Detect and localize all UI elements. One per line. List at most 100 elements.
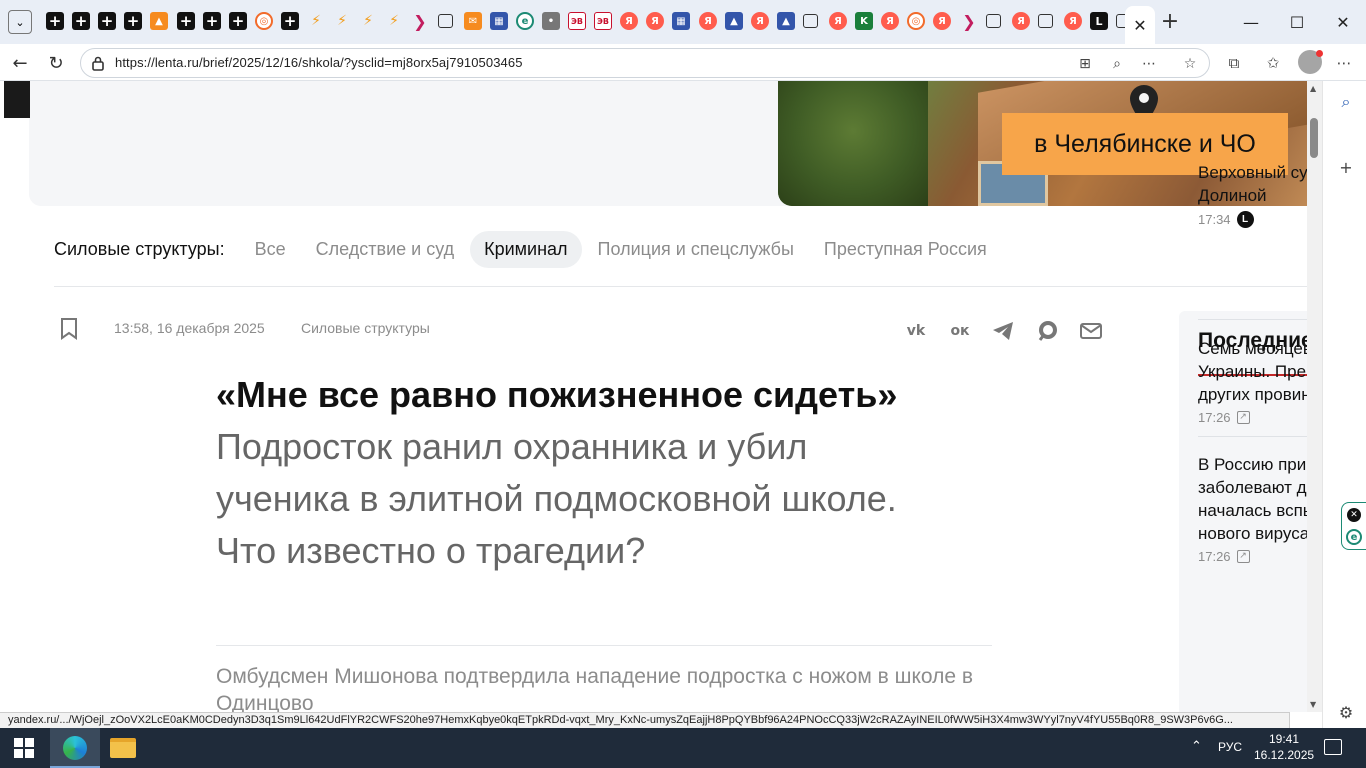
page-scrollbar[interactable] — [1307, 81, 1322, 712]
tab-news-icon[interactable]: ▦ — [672, 12, 690, 30]
search-icon[interactable]: ⌕ — [1335, 91, 1357, 113]
tab-ya-icon[interactable]: Я — [1012, 12, 1030, 30]
scroll-thumb[interactable] — [1310, 118, 1318, 158]
tab-chevron-icon[interactable]: ❯ — [960, 12, 978, 31]
news-title-line: Семь месяцев — [1198, 339, 1312, 358]
tab-mail-icon[interactable]: ✉ — [464, 12, 482, 30]
news-title-line: нового вируса — [1198, 524, 1310, 543]
tab-l-icon[interactable]: L — [1090, 12, 1108, 30]
tab-ring-icon[interactable]: ◎ — [255, 12, 273, 30]
news-item[interactable]: Верховный суд Долиной 17:34 L — [1198, 161, 1319, 228]
tab-ev-icon[interactable]: ЭВ — [568, 12, 586, 30]
address-bar: ← ↻ https://lenta.ru/brief/2025/12/16/sh… — [0, 44, 1366, 81]
tab-plus-icon[interactable]: + — [72, 12, 90, 30]
tab-bolt-icon[interactable]: ⚡ — [359, 12, 377, 30]
e-icon[interactable]: e — [1346, 529, 1362, 545]
tab-box-icon[interactable] — [986, 14, 1001, 28]
news-item[interactable]: В Россию при заболевают д началась вспы нов… — [1198, 453, 1319, 564]
tab-ya-icon[interactable]: Я — [699, 12, 717, 30]
scroll-down-icon[interactable]: ▼ — [1310, 700, 1316, 709]
close-window-icon[interactable]: ✕ — [1328, 8, 1358, 36]
extensions-icon[interactable]: ⧉ — [1222, 51, 1246, 75]
tab-plus-icon[interactable]: + — [203, 12, 221, 30]
add-icon[interactable]: + — [1335, 156, 1357, 178]
tab-bolt-icon[interactable]: ⚡ — [333, 12, 351, 30]
rubric-tab[interactable]: Все — [241, 231, 300, 268]
rubric-tab[interactable]: Криминал — [470, 230, 582, 268]
minimize-icon[interactable]: — — [1236, 8, 1266, 36]
file-explorer-icon[interactable] — [110, 738, 136, 758]
tab-plus-icon[interactable]: + — [229, 12, 247, 30]
new-tab-icon[interactable]: + — [1158, 10, 1182, 34]
news-item[interactable]: Семь месяцев Украины. Пре других провин 17:… — [1198, 337, 1319, 425]
tab-ya-icon[interactable]: Я — [933, 12, 951, 30]
tab-ya-icon[interactable]: Я — [646, 12, 664, 30]
edge-taskbar-button[interactable] — [50, 728, 100, 768]
notification-center-icon[interactable] — [1324, 739, 1342, 755]
settings-more-icon[interactable]: ⋯ — [1332, 51, 1356, 75]
tab-bolt-icon[interactable]: ⚡ — [307, 12, 325, 30]
close-icon[interactable]: ✕ — [1347, 508, 1361, 522]
article-rubric-link[interactable]: Силовые структуры — [301, 320, 430, 336]
tray-date: 16.12.2025 — [1254, 748, 1315, 762]
bookmark-icon[interactable] — [60, 318, 78, 340]
telegram-share-icon[interactable] — [991, 319, 1015, 343]
latest-news-sidebar: Последние новости Верховный судДолиной17… — [1179, 163, 1322, 712]
tray-chevron-up-icon[interactable]: ⌃ — [1191, 739, 1202, 754]
tab-box-icon[interactable] — [803, 14, 818, 28]
tab-ya-icon[interactable]: Я — [620, 12, 638, 30]
gear-icon[interactable]: ⚙ — [1335, 701, 1357, 723]
tab-plus-icon[interactable]: + — [177, 12, 195, 30]
tab-ya-icon[interactable]: Я — [829, 12, 847, 30]
active-tab-close-icon[interactable]: ✕ — [1125, 6, 1155, 44]
tab-bolt-icon[interactable]: ⚡ — [385, 12, 403, 30]
tab-ring-icon[interactable]: ◎ — [907, 12, 925, 30]
mail-share-icon[interactable] — [1079, 319, 1103, 343]
tab-person-icon[interactable]: • — [542, 12, 560, 30]
scroll-up-icon[interactable]: ▲ — [1310, 84, 1316, 93]
rubric-nav: Силовые структуры: Все Следствие и суд Кри… — [54, 229, 1003, 269]
tab-plus-icon[interactable]: + — [124, 12, 142, 30]
rubric-tab[interactable]: Следствие и суд — [302, 231, 468, 268]
maximize-icon[interactable]: ☐ — [1282, 8, 1312, 36]
news-separator — [1198, 436, 1319, 437]
back-icon[interactable]: ← — [6, 49, 34, 77]
tab-ya-icon[interactable]: Я — [881, 12, 899, 30]
tab-ya-icon[interactable]: Я — [1064, 12, 1082, 30]
rubric-tab[interactable]: Полиция и спецслужбы — [584, 231, 808, 268]
vk-share-icon[interactable]: vk — [904, 319, 928, 343]
tab-ev-icon[interactable]: ЭВ — [594, 12, 612, 30]
headline-bold: «Мне все равно пожизненное сидеть» — [216, 374, 898, 415]
ok-share-icon[interactable]: ок — [948, 319, 972, 343]
refresh-icon[interactable]: ↻ — [42, 49, 70, 77]
tab-pizza-icon[interactable]: ▲ — [150, 12, 168, 30]
tab-actions-chevron-icon[interactable]: ⌄ — [8, 10, 32, 34]
lock-icon — [92, 56, 104, 71]
tab-triangle-icon[interactable]: ▲ — [777, 12, 795, 30]
windows-start-icon[interactable] — [14, 738, 34, 758]
tab-plus-icon[interactable]: + — [98, 12, 116, 30]
tab-box-icon[interactable] — [438, 14, 453, 28]
read-aloud-icon[interactable]: ⋯ — [1138, 53, 1160, 75]
tab-plus-icon[interactable]: + — [281, 12, 299, 30]
tab-ya-icon[interactable]: Я — [751, 12, 769, 30]
news-time: 17:26 — [1198, 549, 1231, 564]
tab-triangle-icon[interactable]: ▲ — [725, 12, 743, 30]
tray-clock[interactable]: 19:41 16.12.2025 — [1254, 731, 1314, 763]
rubric-tab[interactable]: Преступная Россия — [810, 231, 1001, 268]
url-field[interactable]: https://lenta.ru/brief/2025/12/16/shkola… — [80, 48, 1210, 78]
tab-news-icon[interactable]: ▦ — [490, 12, 508, 30]
chat-share-icon[interactable] — [1036, 319, 1060, 343]
external-link-icon: ↗ — [1236, 550, 1250, 563]
tab-box-icon[interactable] — [1038, 14, 1053, 28]
favorite-star-icon[interactable]: ☆ — [1179, 53, 1201, 75]
tab-plus-icon[interactable]: + — [46, 12, 64, 30]
tab-e-icon[interactable]: e — [516, 12, 534, 30]
app-available-icon[interactable]: ⊞ — [1074, 53, 1096, 75]
tab-k-icon[interactable]: K — [855, 12, 873, 30]
lenta-badge-icon: L — [1236, 211, 1254, 228]
tray-language[interactable]: РУС — [1218, 740, 1242, 754]
tab-chevron-icon[interactable]: ❯ — [411, 12, 429, 31]
zoom-icon[interactable]: ⌕ — [1106, 53, 1128, 75]
favorites-icon[interactable]: ✩ — [1261, 51, 1285, 75]
